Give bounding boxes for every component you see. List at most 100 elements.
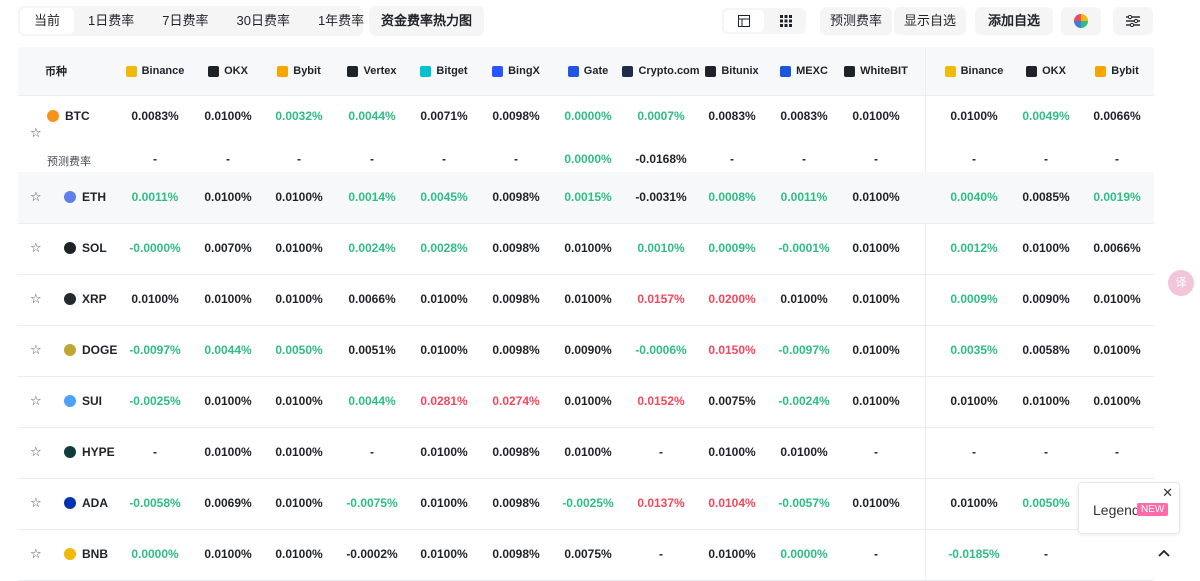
rate-cell[interactable]: 0.0083% xyxy=(768,109,840,123)
rate-cell[interactable]: 0.0035% xyxy=(938,343,1010,357)
rate-cell[interactable]: 0.0098% xyxy=(480,547,552,561)
rate-cell[interactable]: 0.0100% xyxy=(408,496,480,510)
rate-cell[interactable]: 0.0090% xyxy=(552,343,624,357)
show-favorites-button[interactable]: 显示自选 xyxy=(894,7,967,35)
rate-cell[interactable]: -0.0000% xyxy=(119,241,191,255)
predicted-rate-cell[interactable]: - xyxy=(1010,152,1082,166)
rate-cell[interactable]: 0.0157% xyxy=(625,292,697,306)
rate-cell[interactable]: 0.0007% xyxy=(625,109,697,123)
rate-cell[interactable]: 0.0075% xyxy=(696,394,768,408)
rate-cell[interactable]: 0.0050% xyxy=(1010,496,1082,510)
rate-cell[interactable]: 0.0100% xyxy=(1081,343,1153,357)
rate-cell[interactable]: 0.0100% xyxy=(1081,394,1153,408)
rate-cell[interactable]: 0.0100% xyxy=(192,292,264,306)
predicted-rate-cell[interactable]: - xyxy=(263,152,335,166)
rate-cell[interactable]: 0.0100% xyxy=(192,190,264,204)
rate-cell[interactable]: - xyxy=(840,547,912,561)
favorite-star-icon[interactable]: ☆ xyxy=(30,189,42,205)
rate-cell[interactable]: 0.0066% xyxy=(1081,109,1153,123)
rate-cell[interactable]: 0.0100% xyxy=(1081,292,1153,306)
rate-cell[interactable]: 0.0100% xyxy=(696,547,768,561)
scroll-top-button[interactable] xyxy=(1152,540,1176,564)
rate-cell[interactable]: 0.0011% xyxy=(119,190,191,204)
table-row[interactable]: XRP ☆ 0.0100% 0.0100% 0.0100% 0.0066% 0.0100% 0… xyxy=(18,274,1154,326)
rate-cell[interactable]: 0.0085% xyxy=(1010,190,1082,204)
rate-cell[interactable]: -0.0006% xyxy=(625,343,697,357)
rate-cell[interactable]: - xyxy=(840,445,912,459)
exchange-header-bybit[interactable]: Bybit xyxy=(1069,47,1165,95)
rate-cell[interactable]: -0.0025% xyxy=(119,394,191,408)
rate-cell[interactable]: 0.0100% xyxy=(1010,394,1082,408)
rate-cell[interactable]: 0.0045% xyxy=(408,190,480,204)
rate-cell[interactable]: 0.0100% xyxy=(768,445,840,459)
rate-cell[interactable]: -0.0057% xyxy=(768,496,840,510)
predicted-rate-cell[interactable]: - xyxy=(408,152,480,166)
exchange-header-whitebit[interactable]: WhiteBIT xyxy=(828,47,924,95)
rate-cell[interactable]: 0.0152% xyxy=(625,394,697,408)
coin-column-header[interactable]: 币种 xyxy=(26,47,86,95)
coin-cell[interactable]: SUI xyxy=(64,394,102,408)
coin-cell[interactable]: ETH xyxy=(64,190,106,204)
rate-cell[interactable]: 0.0009% xyxy=(938,292,1010,306)
rate-cell[interactable]: 0.0000% xyxy=(768,547,840,561)
predicted-rate-cell[interactable]: - xyxy=(1081,152,1153,166)
rate-cell[interactable]: 0.0075% xyxy=(552,547,624,561)
rate-cell[interactable]: 0.0012% xyxy=(938,241,1010,255)
predicted-rate-cell[interactable]: 0.0000% xyxy=(552,152,624,166)
rate-cell[interactable]: 0.0083% xyxy=(696,109,768,123)
settings-button[interactable] xyxy=(1113,7,1153,35)
predicted-rate-cell[interactable]: - xyxy=(696,152,768,166)
add-favorite-button[interactable]: 添加自选 xyxy=(975,7,1054,35)
rate-cell[interactable]: 0.0058% xyxy=(1010,343,1082,357)
close-icon[interactable]: ✕ xyxy=(1162,485,1173,501)
rate-cell[interactable]: -0.0024% xyxy=(768,394,840,408)
predicted-rate-cell[interactable]: -0.0168% xyxy=(625,152,697,166)
rate-cell[interactable]: 0.0100% xyxy=(840,241,912,255)
rate-cell[interactable]: 0.0024% xyxy=(336,241,408,255)
rate-cell[interactable]: 0.0100% xyxy=(840,292,912,306)
rate-cell[interactable]: 0.0100% xyxy=(768,292,840,306)
rate-cell[interactable]: 0.0100% xyxy=(938,394,1010,408)
rate-cell[interactable]: 0.0100% xyxy=(408,343,480,357)
heatmap-button[interactable]: 资金费率热力图 xyxy=(369,6,485,36)
rate-cell[interactable]: 0.0100% xyxy=(840,496,912,510)
rate-cell[interactable]: 0.0100% xyxy=(840,394,912,408)
rate-cell[interactable]: 0.0274% xyxy=(480,394,552,408)
rate-cell[interactable]: 0.0040% xyxy=(938,190,1010,204)
coin-cell[interactable]: BTC xyxy=(47,109,90,123)
rate-cell[interactable]: - xyxy=(336,445,408,459)
rate-cell[interactable]: 0.0032% xyxy=(263,109,335,123)
rate-cell[interactable]: 0.0100% xyxy=(263,496,335,510)
favorite-star-icon[interactable]: ☆ xyxy=(30,546,42,562)
rate-cell[interactable]: 0.0100% xyxy=(408,445,480,459)
rate-cell[interactable]: 0.0100% xyxy=(552,241,624,255)
favorite-star-icon[interactable]: ☆ xyxy=(30,393,42,409)
rate-cell[interactable]: 0.0100% xyxy=(408,292,480,306)
rate-cell[interactable]: 0.0100% xyxy=(408,547,480,561)
rate-cell[interactable]: 0.0009% xyxy=(696,241,768,255)
rate-cell[interactable]: 0.0098% xyxy=(480,496,552,510)
table-row[interactable]: DOGE ☆ -0.0097% 0.0044% 0.0050% 0.0051% 0.0100… xyxy=(18,325,1154,377)
favorite-star-icon[interactable]: ☆ xyxy=(30,240,42,256)
rate-cell[interactable]: 0.0090% xyxy=(1010,292,1082,306)
rate-cell[interactable]: 0.0098% xyxy=(480,343,552,357)
rate-cell[interactable]: 0.0100% xyxy=(192,547,264,561)
coin-cell[interactable]: DOGE xyxy=(64,343,117,357)
rate-cell[interactable]: -0.0001% xyxy=(768,241,840,255)
rate-cell[interactable]: 0.0100% xyxy=(263,292,335,306)
rate-cell[interactable]: 0.0104% xyxy=(696,496,768,510)
rate-cell[interactable]: -0.0097% xyxy=(768,343,840,357)
table-row[interactable]: SOL ☆ -0.0000% 0.0070% 0.0100% 0.0024% 0.0028%… xyxy=(18,223,1154,275)
favorite-star-icon[interactable]: ☆ xyxy=(30,125,42,141)
rate-cell[interactable]: 0.0100% xyxy=(552,292,624,306)
table-row[interactable]: ADA ☆ -0.0058% 0.0069% 0.0100% -0.0075% 0.0100… xyxy=(18,478,1154,530)
rate-cell[interactable]: -0.0097% xyxy=(119,343,191,357)
rate-cell[interactable]: 0.0050% xyxy=(263,343,335,357)
rate-cell[interactable]: 0.0100% xyxy=(1010,241,1082,255)
tab-1d[interactable]: 1日费率 xyxy=(74,6,148,36)
rate-cell[interactable]: 0.0100% xyxy=(263,445,335,459)
rate-cell[interactable]: -0.0025% xyxy=(552,496,624,510)
rate-cell[interactable]: - xyxy=(625,547,697,561)
legend-text[interactable]: Legend xyxy=(1093,502,1140,518)
rate-cell[interactable]: 0.0015% xyxy=(552,190,624,204)
